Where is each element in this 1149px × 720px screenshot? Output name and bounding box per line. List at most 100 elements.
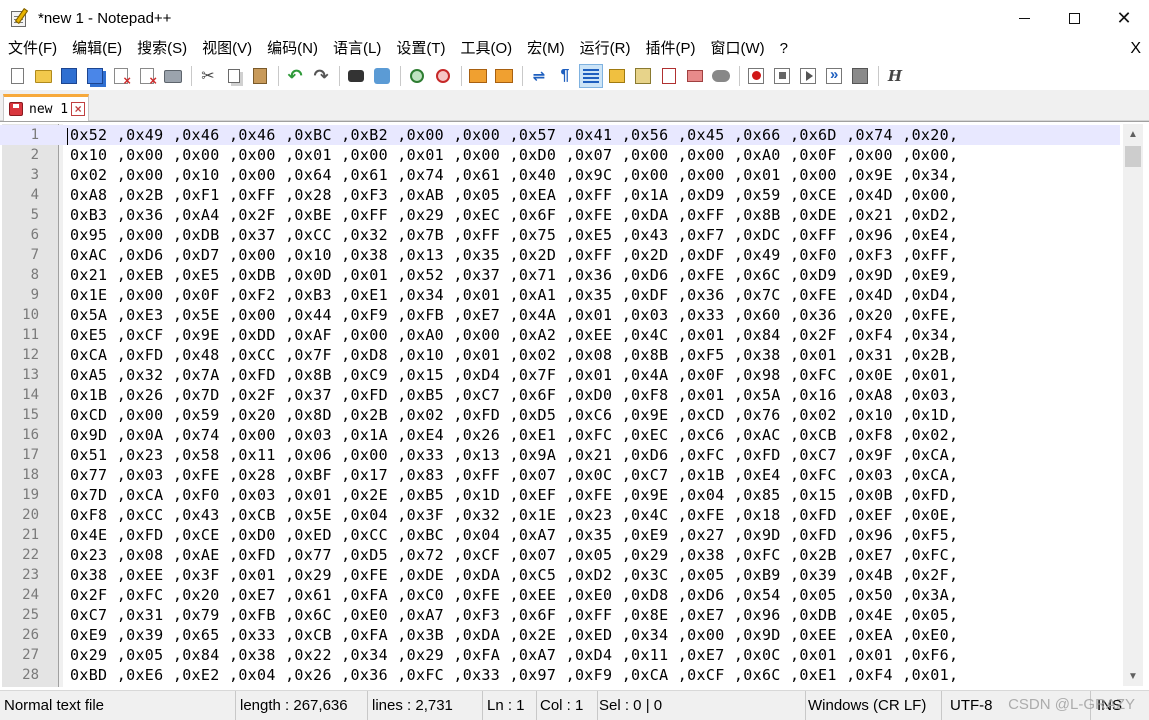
zoom-in-button[interactable] — [405, 64, 429, 88]
function-list-button[interactable] — [657, 64, 681, 88]
editor-line[interactable]: 3 0x02 ,0x00 ,0x10 ,0x00 ,0x64 ,0x61 ,0x7… — [0, 165, 1120, 185]
zoom-out-button[interactable] — [431, 64, 455, 88]
menu-help[interactable]: ? — [772, 36, 795, 62]
editor-line[interactable]: 12 0xCA ,0xFD ,0x48 ,0xCC ,0x7F ,0xD8 ,0x… — [0, 345, 1120, 365]
status-eol[interactable]: Windows (CR LF) — [806, 690, 942, 720]
maximize-icon — [1068, 12, 1080, 24]
start-recording-button[interactable] — [744, 64, 768, 88]
menu-plugins[interactable]: 插件(P) — [637, 36, 702, 62]
line-number: 28 — [22, 667, 39, 683]
editor-line[interactable]: 26 0xE9 ,0x39 ,0x65 ,0x33 ,0xCB ,0xFA ,0x… — [0, 625, 1120, 645]
editor-line[interactable]: 15 0xCD ,0x00 ,0x59 ,0x20 ,0x8D ,0x2B ,0x… — [0, 405, 1120, 425]
cut-button[interactable]: ✂ — [196, 64, 220, 88]
editor-line[interactable]: 21 0x4E ,0xFD ,0xCE ,0xD0 ,0xED ,0xCC ,0x… — [0, 525, 1120, 545]
close-icon: ✕ — [1116, 8, 1132, 28]
menu-search[interactable]: 搜索(S) — [129, 36, 194, 62]
editor-line[interactable]: 16 0x9D ,0x0A ,0x74 ,0x00 ,0x03 ,0x1A ,0x… — [0, 425, 1120, 445]
close-window-button[interactable]: ✕ — [1099, 0, 1149, 36]
close-document-button[interactable]: X — [1130, 36, 1141, 62]
line-number: 16 — [22, 427, 39, 443]
hex-editor-button[interactable]: H — [883, 64, 907, 88]
menu-view[interactable]: 视图(V) — [194, 36, 259, 62]
line-text: 0x10 ,0x00 ,0x00 ,0x00 ,0x01 ,0x00 ,0x01… — [70, 146, 959, 164]
monitoring-button[interactable] — [709, 64, 733, 88]
editor-line[interactable]: 17 0x51 ,0x23 ,0x58 ,0x11 ,0x06 ,0x00 ,0x… — [0, 445, 1120, 465]
minimize-button[interactable] — [999, 0, 1049, 36]
scroll-down-button[interactable]: ▼ — [1123, 666, 1143, 686]
editor-line[interactable]: 2 0x10 ,0x00 ,0x00 ,0x00 ,0x01 ,0x00 ,0x0… — [0, 145, 1120, 165]
tab-new-1[interactable]: new 1 × — [3, 94, 89, 121]
function-list-icon — [662, 68, 676, 84]
line-number: 2 — [30, 147, 39, 163]
editor-area[interactable]: 1 0x52 ,0x49 ,0x46 ,0x46 ,0xBC ,0xB2 ,0x0… — [0, 121, 1149, 687]
run-macro-multiple-button[interactable] — [822, 64, 846, 88]
editor-line[interactable]: 23 0x38 ,0xEE ,0x3F ,0x01 ,0x29 ,0xFE ,0x… — [0, 565, 1120, 585]
vertical-scrollbar[interactable]: ▲ ▼ — [1123, 124, 1143, 686]
menu-settings[interactable]: 设置(T) — [388, 36, 452, 62]
menu-window[interactable]: 窗口(W) — [702, 36, 771, 62]
print-button[interactable] — [161, 64, 185, 88]
menu-encoding[interactable]: 编码(N) — [259, 36, 325, 62]
user-defined-language-button[interactable] — [605, 64, 629, 88]
status-file-type: Normal text file — [0, 690, 236, 720]
maximize-button[interactable] — [1049, 0, 1099, 36]
sync-vertical-button[interactable] — [466, 64, 490, 88]
editor-line[interactable]: 27 0x29 ,0x05 ,0x84 ,0x38 ,0x22 ,0x34 ,0x… — [0, 645, 1120, 665]
menu-tools[interactable]: 工具(O) — [452, 36, 519, 62]
line-text: 0x2F ,0xFC ,0x20 ,0xE7 ,0x61 ,0xFA ,0xC0… — [70, 586, 959, 604]
close-file-icon — [114, 68, 128, 84]
editor-line[interactable]: 20 0xF8 ,0xCC ,0x43 ,0xCB ,0x5E ,0x04 ,0x… — [0, 505, 1120, 525]
editor-line[interactable]: 22 0x23 ,0x08 ,0xAE ,0xFD ,0x77 ,0xD5 ,0x… — [0, 545, 1120, 565]
word-wrap-button[interactable]: ⇌ — [527, 64, 551, 88]
editor-line[interactable]: 5 0xB3 ,0x36 ,0xA4 ,0x2F ,0xBE ,0xFF ,0x2… — [0, 205, 1120, 225]
find-button[interactable] — [344, 64, 368, 88]
toolbar-separator — [878, 66, 879, 86]
playback-button[interactable] — [796, 64, 820, 88]
scroll-up-button[interactable]: ▲ — [1123, 124, 1143, 144]
close-file-button[interactable] — [109, 64, 133, 88]
editor-line[interactable]: 19 0x7D ,0xCA ,0xF0 ,0x03 ,0x01 ,0x2E ,0x… — [0, 485, 1120, 505]
new-file-button[interactable] — [5, 64, 29, 88]
editor-line[interactable]: 25 0xC7 ,0x31 ,0x79 ,0xFB ,0x6C ,0xE0 ,0x… — [0, 605, 1120, 625]
indent-guide-button[interactable] — [579, 64, 603, 88]
close-all-button[interactable] — [135, 64, 159, 88]
open-file-button[interactable] — [31, 64, 55, 88]
menu-run[interactable]: 运行(R) — [572, 36, 638, 62]
menu-macro[interactable]: 宏(M) — [519, 36, 572, 62]
editor-line[interactable]: 7 0xAC ,0xD6 ,0xD7 ,0x00 ,0x10 ,0x38 ,0x1… — [0, 245, 1120, 265]
menu-language[interactable]: 语言(L) — [325, 36, 388, 62]
editor-line[interactable]: 28 0xBD ,0xE6 ,0xE2 ,0x04 ,0x26 ,0x36 ,0x… — [0, 665, 1120, 685]
menu-edit[interactable]: 编辑(E) — [64, 36, 129, 62]
show-all-characters-button[interactable]: ¶ — [553, 64, 577, 88]
editor-line[interactable]: 1 0x52 ,0x49 ,0x46 ,0x46 ,0xBC ,0xB2 ,0x0… — [0, 125, 1120, 145]
save-all-button[interactable] — [83, 64, 107, 88]
redo-icon: ↷ — [313, 65, 329, 86]
sync-horizontal-button[interactable] — [492, 64, 516, 88]
editor-line[interactable]: 18 0x77 ,0x03 ,0xFE ,0x28 ,0xBF ,0x17 ,0x… — [0, 465, 1120, 485]
line-text: 0xA8 ,0x2B ,0xF1 ,0xFF ,0x28 ,0xF3 ,0xAB… — [70, 186, 959, 204]
folder-as-workspace-button[interactable] — [683, 64, 707, 88]
editor-line[interactable]: 11 0xE5 ,0xCF ,0x9E ,0xDD ,0xAF ,0x00 ,0x… — [0, 325, 1120, 345]
editor-line[interactable]: 14 0x1B ,0x26 ,0x7D ,0x2F ,0x37 ,0xFD ,0x… — [0, 385, 1120, 405]
replace-button[interactable] — [370, 64, 394, 88]
udl-icon — [609, 69, 625, 83]
save-button[interactable] — [57, 64, 81, 88]
redo-button[interactable]: ↷ — [309, 64, 333, 88]
document-map-button[interactable] — [631, 64, 655, 88]
menu-file[interactable]: 文件(F) — [0, 36, 64, 62]
tab-close-icon[interactable]: × — [71, 102, 86, 116]
editor-line[interactable]: 13 0xA5 ,0x32 ,0x7A ,0xFD ,0x8B ,0xC9 ,0x… — [0, 365, 1120, 385]
editor-line[interactable]: 8 0x21 ,0xEB ,0xE5 ,0xDB ,0x0D ,0x01 ,0x5… — [0, 265, 1120, 285]
line-text: 0x1E ,0x00 ,0x0F ,0xF2 ,0xB3 ,0xE1 ,0x34… — [70, 286, 959, 304]
stop-recording-button[interactable] — [770, 64, 794, 88]
editor-line[interactable]: 6 0x95 ,0x00 ,0xDB ,0x37 ,0xCC ,0x32 ,0x7… — [0, 225, 1120, 245]
paste-button[interactable] — [248, 64, 272, 88]
editor-line[interactable]: 10 0x5A ,0xE3 ,0x5E ,0x00 ,0x44 ,0xF9 ,0x… — [0, 305, 1120, 325]
editor-line[interactable]: 24 0x2F ,0xFC ,0x20 ,0xE7 ,0x61 ,0xFA ,0x… — [0, 585, 1120, 605]
scrollbar-thumb[interactable] — [1125, 146, 1141, 167]
copy-button[interactable] — [222, 64, 246, 88]
editor-line[interactable]: 4 0xA8 ,0x2B ,0xF1 ,0xFF ,0x28 ,0xF3 ,0xA… — [0, 185, 1120, 205]
undo-button[interactable]: ↶ — [283, 64, 307, 88]
save-macro-button[interactable] — [848, 64, 872, 88]
editor-line[interactable]: 9 0x1E ,0x00 ,0x0F ,0xF2 ,0xB3 ,0xE1 ,0x3… — [0, 285, 1120, 305]
